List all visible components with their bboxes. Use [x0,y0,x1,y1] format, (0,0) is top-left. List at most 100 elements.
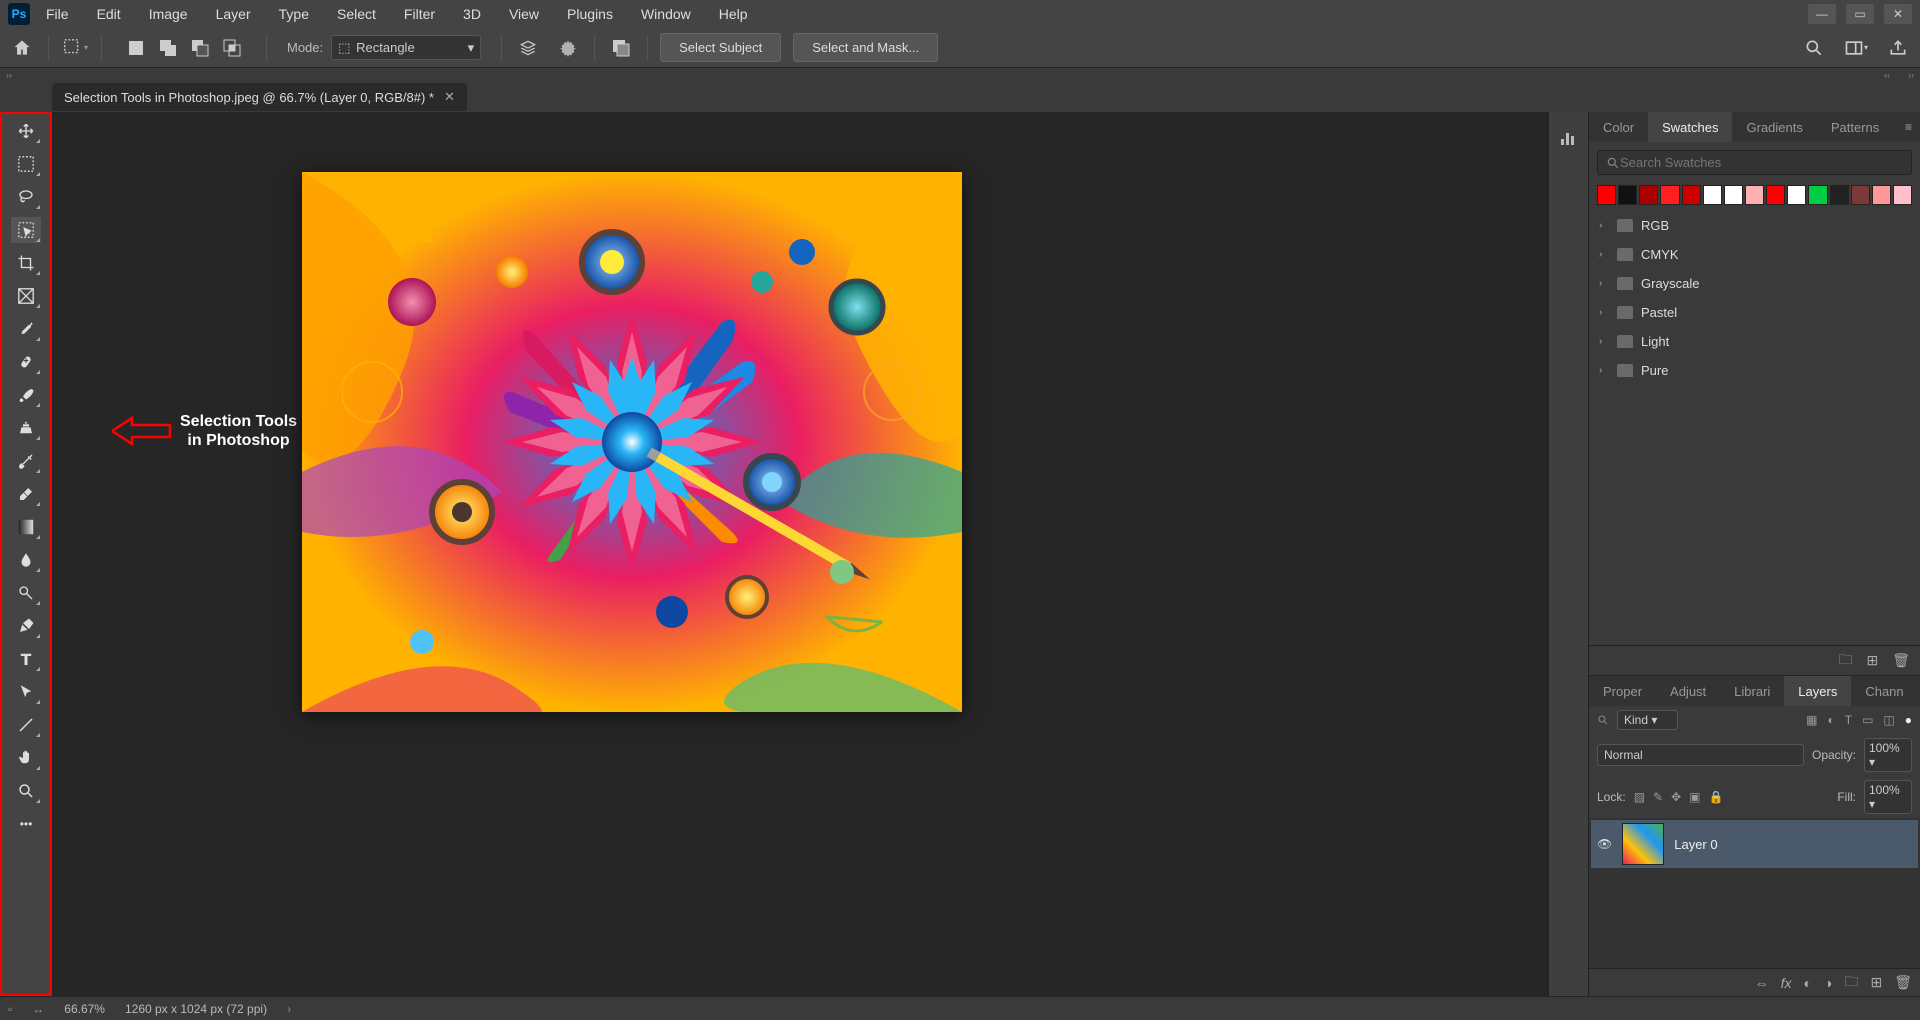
group-icon[interactable]: 🗀 [1844,971,1858,995]
swatch-group-rgb[interactable]: ›RGB [1589,211,1920,240]
fill-input[interactable]: 100% ▾ [1864,780,1912,814]
swatch[interactable] [1639,185,1658,205]
history-brush-tool[interactable] [11,448,41,474]
healing-brush-tool[interactable] [11,349,41,375]
menu-window[interactable]: Window [629,2,703,26]
menu-filter[interactable]: Filter [392,2,447,26]
link-layers-icon[interactable]: ⇔ [1755,975,1769,991]
expand-left-icon[interactable]: ›› [6,70,12,80]
new-layer-icon[interactable]: ⊞ [1870,974,1882,991]
add-selection-icon[interactable] [154,34,182,62]
menu-image[interactable]: Image [137,2,200,26]
swatch[interactable] [1618,185,1637,205]
zoom-level[interactable]: 66.67% [64,1002,105,1016]
lock-brush-icon[interactable]: ✎ [1653,790,1663,804]
tab-layers[interactable]: Layers [1784,676,1851,706]
swatch-search-input[interactable] [1620,155,1903,170]
filter-toggle-icon[interactable]: ● [1905,713,1912,727]
opacity-input[interactable]: 100% ▾ [1864,738,1912,772]
blur-tool[interactable] [11,547,41,573]
swatch-group-pure[interactable]: ›Pure [1589,356,1920,385]
swatch[interactable] [1787,185,1806,205]
overlap-squares-icon[interactable] [607,34,635,62]
share-icon[interactable] [1884,34,1912,62]
menu-edit[interactable]: Edit [85,2,133,26]
tab-libraries[interactable]: Librari [1720,676,1784,706]
layer-item[interactable]: 👁 Layer 0 [1591,820,1918,868]
collapse-panels-icon[interactable]: ‹‹ [1884,70,1890,80]
adjustment-layer-icon[interactable]: ◑ [1824,975,1832,991]
dodge-tool[interactable] [11,580,41,606]
layer-name[interactable]: Layer 0 [1674,837,1717,852]
tab-properties[interactable]: Proper [1589,676,1656,706]
swatch-group-cmyk[interactable]: ›CMYK [1589,240,1920,269]
select-and-mask-button[interactable]: Select and Mask... [793,33,938,62]
layer-thumbnail[interactable] [1622,823,1664,865]
blend-mode-select[interactable]: Normal [1597,744,1804,766]
filter-smart-icon[interactable]: ◫ [1883,713,1894,727]
trash-icon[interactable]: 🗑 [1892,652,1910,669]
chevron-right-icon[interactable]: › [287,1002,291,1016]
swatch-search[interactable] [1597,150,1912,175]
filter-shape-icon[interactable]: ▭ [1862,713,1873,727]
new-selection-icon[interactable] [122,34,150,62]
filter-pixel-icon[interactable]: ▦ [1806,713,1817,727]
filter-adjust-icon[interactable]: ◐ [1827,713,1834,727]
visibility-toggle-icon[interactable]: 👁 [1597,837,1612,851]
folder-icon[interactable]: 🗀 [1838,649,1852,673]
filter-type-icon[interactable]: T [1845,713,1852,727]
lock-transparent-icon[interactable]: ▨ [1634,790,1645,804]
swatch[interactable] [1872,185,1891,205]
object-selection-tool[interactable] [11,217,41,243]
filter-kind-select[interactable]: Kind ▾ [1617,710,1678,730]
frame-tool[interactable] [11,283,41,309]
document-tab[interactable]: Selection Tools in Photoshop.jpeg @ 66.7… [52,83,467,111]
gradient-tool[interactable] [11,514,41,540]
tab-color[interactable]: Color [1589,112,1648,142]
swatch[interactable] [1851,185,1870,205]
zoom-tool[interactable] [11,778,41,804]
swatch-group-light[interactable]: ›Light [1589,327,1920,356]
select-subject-button[interactable]: Select Subject [660,33,781,62]
menu-layer[interactable]: Layer [204,2,263,26]
swatch[interactable] [1660,185,1679,205]
swatch[interactable] [1830,185,1849,205]
menu-select[interactable]: Select [325,2,388,26]
lock-all-icon[interactable]: 🔒 [1709,790,1724,804]
minimize-button[interactable]: — [1808,4,1836,24]
pen-tool[interactable] [11,613,41,639]
tab-patterns[interactable]: Patterns [1817,112,1893,142]
menu-plugins[interactable]: Plugins [555,2,625,26]
lock-position-icon[interactable]: ✥ [1671,790,1681,804]
doc-arrange-icon[interactable]: ↔ [32,1002,44,1016]
home-icon[interactable] [8,34,36,62]
tab-swatches[interactable]: Swatches [1648,112,1732,142]
menu-help[interactable]: Help [707,2,760,26]
menu-3d[interactable]: 3D [451,2,493,26]
doc-info-icon[interactable]: ▫ [8,1002,12,1016]
search-icon[interactable] [1800,34,1828,62]
swatch[interactable] [1597,185,1616,205]
intersect-selection-icon[interactable] [218,34,246,62]
trash-icon[interactable]: 🗑 [1894,974,1912,991]
tab-adjustments[interactable]: Adjust [1656,676,1720,706]
layer-mask-icon[interactable]: ◐ [1804,975,1812,991]
close-button[interactable]: ✕ [1884,4,1912,24]
maximize-button[interactable]: ▭ [1846,4,1874,24]
eraser-tool[interactable] [11,481,41,507]
swatch[interactable] [1766,185,1785,205]
histogram-icon[interactable] [1554,122,1584,152]
menu-view[interactable]: View [497,2,551,26]
menu-type[interactable]: Type [267,2,321,26]
line-shape-tool[interactable] [11,712,41,738]
hand-tool[interactable] [11,745,41,771]
menu-file[interactable]: File [34,2,81,26]
type-tool[interactable] [11,646,41,672]
current-tool-icon[interactable]: ▾ [61,34,89,62]
brush-tool[interactable] [11,382,41,408]
tab-channels[interactable]: Chann [1851,676,1917,706]
swatch[interactable] [1682,185,1701,205]
expand-right-icon[interactable]: ›› [1908,70,1914,80]
tab-gradients[interactable]: Gradients [1732,112,1816,142]
layers-stack-icon[interactable] [514,34,542,62]
